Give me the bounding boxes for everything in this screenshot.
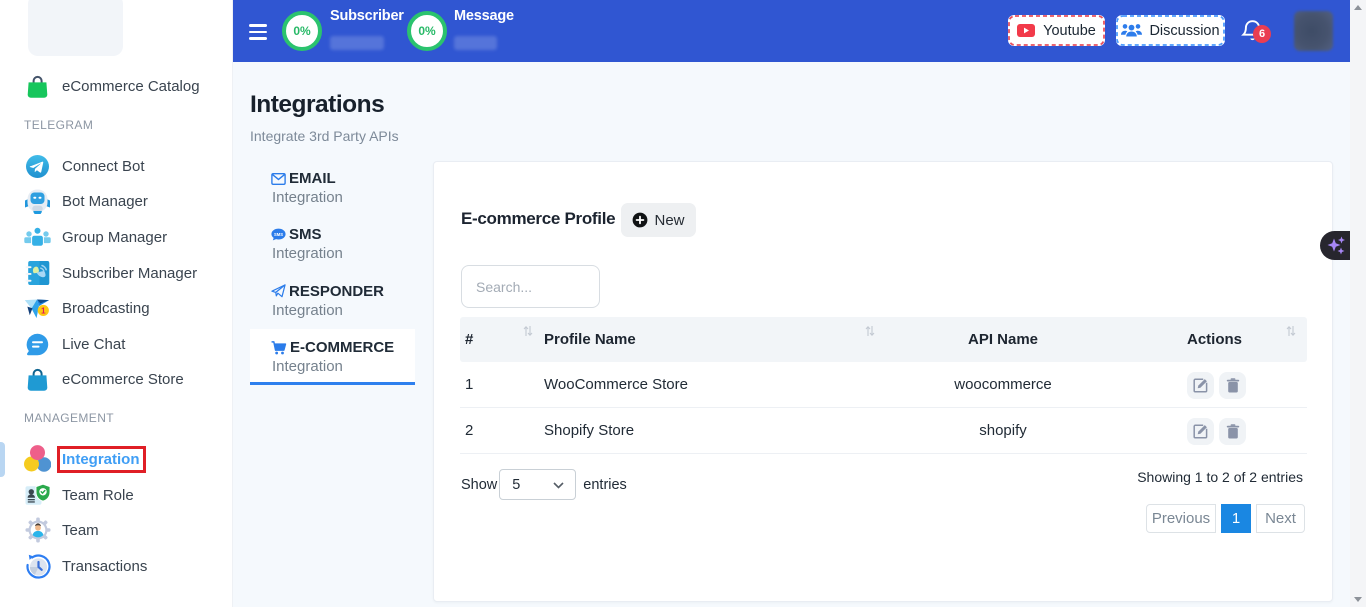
svg-text:1: 1 (41, 306, 46, 315)
svg-text:SMS: SMS (274, 232, 283, 237)
